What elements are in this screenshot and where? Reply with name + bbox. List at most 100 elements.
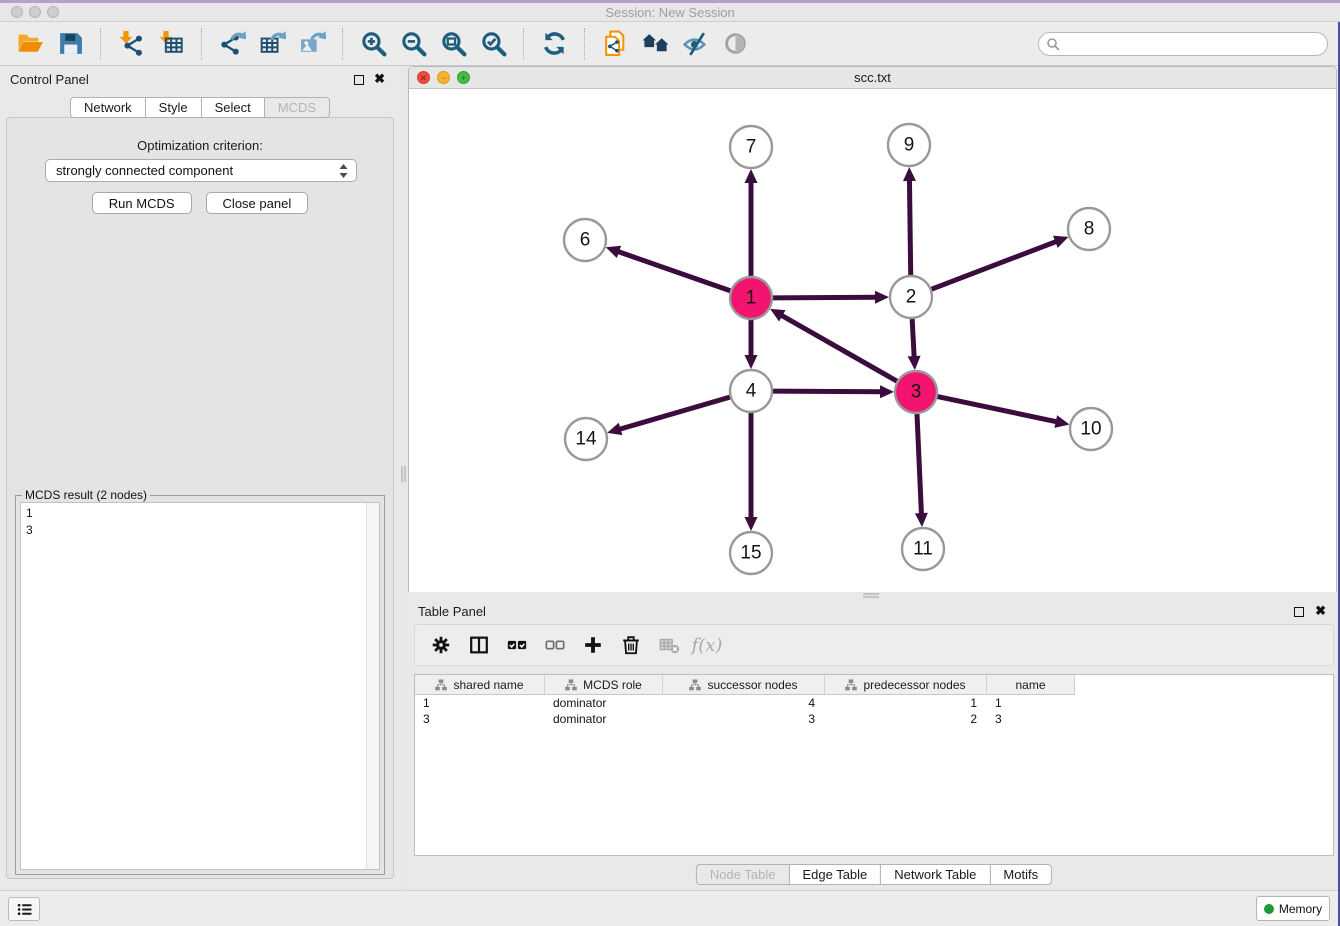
zoom-fit-icon <box>440 30 467 57</box>
mcds-result-title: MCDS result (2 nodes) <box>22 488 150 502</box>
tab-select[interactable]: Select <box>201 97 265 118</box>
column-header-successor-nodes[interactable]: successor nodes <box>663 675 825 695</box>
mcds-result-area[interactable]: 1 3 <box>20 502 380 870</box>
export-table-icon <box>259 30 286 57</box>
node-label-15: 15 <box>740 543 761 564</box>
show-columns-icon <box>468 634 490 656</box>
zoom-fit-button[interactable] <box>433 28 473 60</box>
tab-style[interactable]: Style <box>145 97 202 118</box>
optimization-criterion-select[interactable]: strongly connected component <box>45 159 357 182</box>
edge-4-14[interactable] <box>618 397 730 430</box>
unselect-all-columns-button[interactable] <box>539 630 571 660</box>
column-header-predecessor-nodes[interactable]: predecessor nodes <box>825 675 987 695</box>
tab-node-table[interactable]: Node Table <box>696 864 790 885</box>
import-table-button[interactable] <box>151 28 191 60</box>
import-table-icon <box>158 30 185 57</box>
export-image-button[interactable] <box>292 28 332 60</box>
edge-2-8[interactable] <box>932 241 1059 289</box>
mcds-result-text: 1 3 <box>21 503 379 541</box>
edge-1-6[interactable] <box>616 251 730 291</box>
table-row[interactable]: 1dominator411 <box>415 695 1333 711</box>
show-columns-button[interactable] <box>463 630 495 660</box>
memory-label: Memory <box>1279 902 1322 916</box>
zoom-in-icon <box>360 30 387 57</box>
edge-3-11[interactable] <box>917 414 922 516</box>
open-file-button[interactable] <box>10 28 50 60</box>
node-label-2: 2 <box>906 287 917 308</box>
column-header-name[interactable]: name <box>987 675 1075 695</box>
result-scrollbar[interactable] <box>366 503 379 869</box>
column-header-label: shared name <box>453 678 523 692</box>
export-network-button[interactable] <box>212 28 252 60</box>
close-panel-button[interactable]: Close panel <box>206 192 309 214</box>
edge-3-1[interactable] <box>780 314 897 381</box>
column-hierarchy-icon <box>565 679 577 691</box>
table-close-panel-icon[interactable]: ✖ <box>1315 603 1326 619</box>
zoom-in-button[interactable] <box>353 28 393 60</box>
edge-arrow-1-4 <box>745 355 758 369</box>
select-all-columns-button[interactable] <box>501 630 533 660</box>
column-header-label: successor nodes <box>707 678 797 692</box>
column-header-shared-name[interactable]: shared name <box>415 675 545 695</box>
table-cell: 1 <box>825 695 987 711</box>
table-float-panel-icon[interactable] <box>1294 607 1304 617</box>
table-cell: 2 <box>825 711 987 727</box>
home-layout-button[interactable] <box>635 28 675 60</box>
table-cell: 3 <box>663 711 825 727</box>
node-label-11: 11 <box>913 539 933 560</box>
edge-4-3[interactable] <box>773 391 883 392</box>
column-header-MCDS-role[interactable]: MCDS role <box>545 675 663 695</box>
table-settings-button[interactable] <box>425 630 457 660</box>
add-column-button[interactable] <box>577 630 609 660</box>
graphics-details-button[interactable] <box>675 28 715 60</box>
tab-network-table[interactable]: Network Table <box>880 864 990 885</box>
table-cell: 4 <box>663 695 825 711</box>
table-cell: dominator <box>545 695 663 711</box>
node-label-3: 3 <box>911 382 922 403</box>
task-history-button[interactable] <box>8 897 40 921</box>
table-toolbar: f(x) <box>414 624 1334 666</box>
node-label-9: 9 <box>904 135 915 156</box>
hide-details-button <box>715 28 755 60</box>
function-builder-button: f(x) <box>691 630 723 660</box>
table-row[interactable]: 3dominator323 <box>415 711 1333 727</box>
tab-network[interactable]: Network <box>70 97 146 118</box>
export-table-button[interactable] <box>252 28 292 60</box>
open-file-icon <box>17 30 44 57</box>
select-stepper-icon <box>338 163 349 179</box>
tab-edge-table[interactable]: Edge Table <box>788 864 881 885</box>
clone-network-icon <box>602 30 629 57</box>
memory-button[interactable]: Memory <box>1256 896 1330 921</box>
clone-network-button[interactable] <box>595 28 635 60</box>
zoom-selected-button[interactable] <box>473 28 513 60</box>
table-panel-title: Table Panel <box>418 604 486 619</box>
network-view-titlebar[interactable]: ✕ − + scc.txt <box>409 67 1336 89</box>
toolbar-group <box>201 28 342 60</box>
table-cell: dominator <box>545 711 663 727</box>
delete-column-button[interactable] <box>615 630 647 660</box>
edge-1-2[interactable] <box>773 297 878 298</box>
toolbar-group <box>0 28 100 60</box>
toolbar-group <box>584 28 765 60</box>
first-neighbors-button[interactable] <box>534 28 574 60</box>
edge-2-9[interactable] <box>909 178 910 275</box>
edge-arrow-1-2 <box>875 291 889 304</box>
tab-motifs[interactable]: Motifs <box>989 864 1052 885</box>
node-label-4: 4 <box>746 381 757 402</box>
zoom-out-button[interactable] <box>393 28 433 60</box>
edge-3-10[interactable] <box>938 397 1059 423</box>
search-input[interactable] <box>1038 32 1328 56</box>
float-panel-icon[interactable] <box>354 75 364 85</box>
save-session-button[interactable] <box>50 28 90 60</box>
vertical-splitter[interactable] <box>400 66 408 890</box>
edge-2-3[interactable] <box>912 319 914 359</box>
table-body: 1dominator4113dominator323 <box>415 695 1333 727</box>
close-panel-icon[interactable]: ✖ <box>374 71 385 87</box>
network-canvas[interactable]: 7968124314101511 <box>409 89 1336 592</box>
run-mcds-button[interactable]: Run MCDS <box>92 192 192 214</box>
mcds-result-group: MCDS result (2 nodes) 1 3 <box>15 495 385 875</box>
import-network-button[interactable] <box>111 28 151 60</box>
zoom-selected-icon <box>480 30 507 57</box>
horizontal-splitter[interactable] <box>408 592 1340 600</box>
tab-mcds[interactable]: MCDS <box>264 97 330 118</box>
